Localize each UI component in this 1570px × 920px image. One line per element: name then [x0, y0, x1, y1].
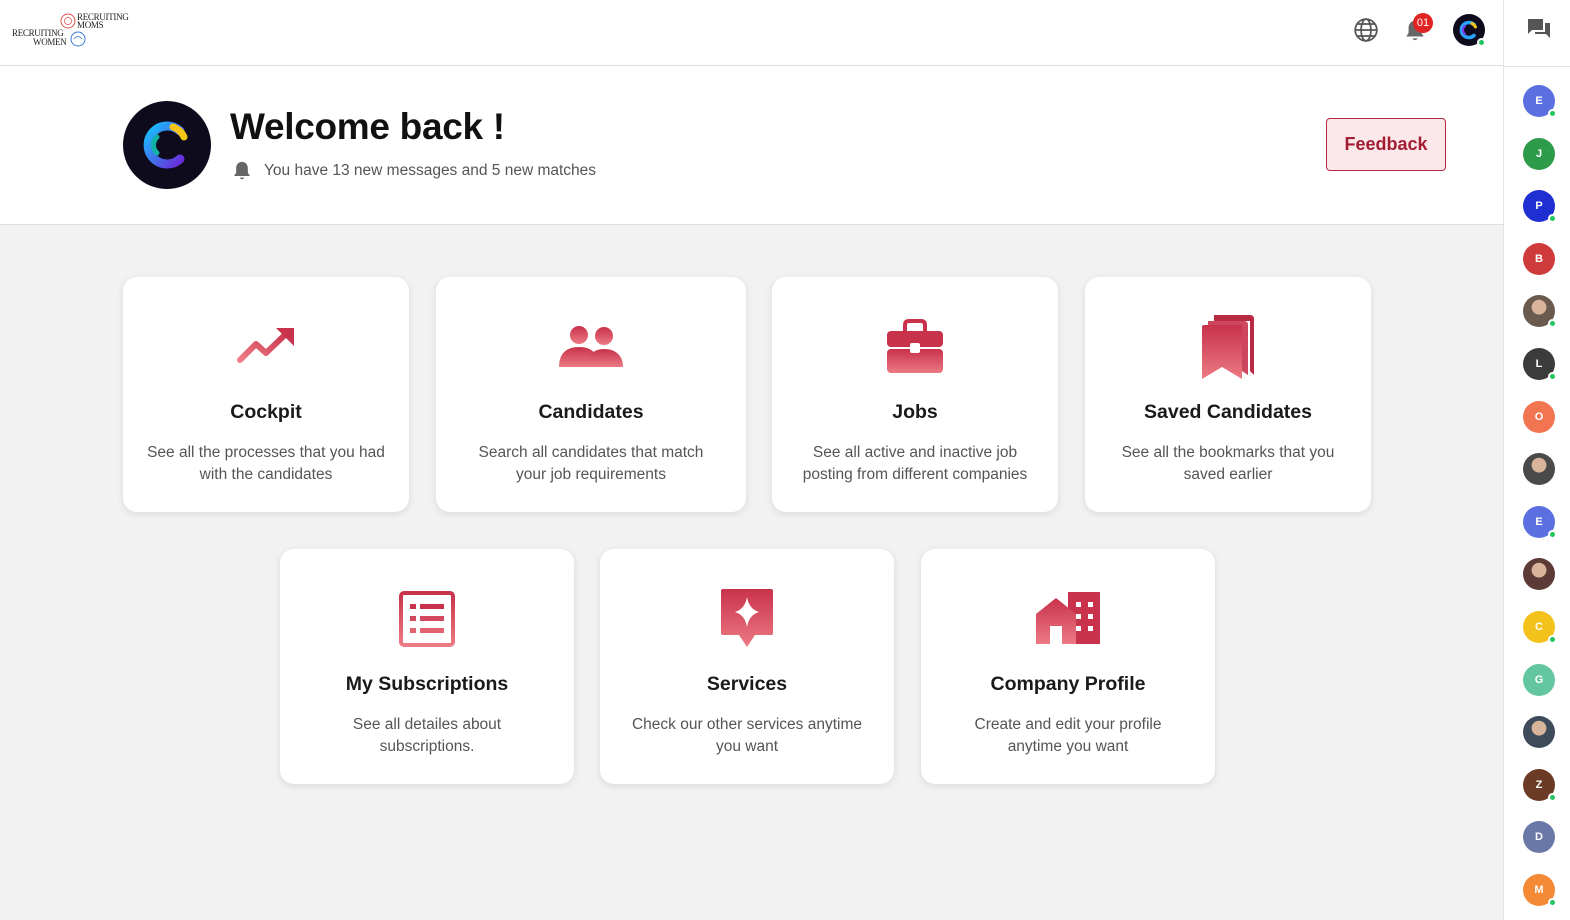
online-status-dot [1548, 530, 1557, 539]
card-my-subscriptions[interactable]: My Subscriptions See all detailes about … [280, 549, 574, 784]
contact-initial: P [1535, 200, 1543, 212]
recruiting-moms-women-logo[interactable]: RECRUITING MOMS RECRUITING WOMEN [11, 11, 136, 51]
card-title: Saved Candidates [1144, 401, 1312, 423]
card-jobs[interactable]: Jobs See all active and inactive job pos… [772, 277, 1058, 512]
contact-avatar-photo[interactable] [1523, 558, 1555, 590]
contact-initial: B [1535, 253, 1543, 265]
card-description-line: anytime you want [1007, 738, 1129, 755]
card-title: Company Profile [990, 673, 1146, 695]
card-description-line: Check our other services anytime [631, 716, 862, 733]
card-company-profile[interactable]: Company Profile Create and edit your pro… [921, 549, 1215, 784]
online-status-dot [1548, 214, 1557, 223]
top-bar: RECRUITING MOMS RECRUITING WOMEN 01 [0, 0, 1503, 66]
card-description: See all detailes about subscriptions. [294, 714, 560, 758]
logo-line: WOMEN [33, 37, 67, 47]
card-services[interactable]: Services Check our other services anytim… [600, 549, 894, 784]
card-title: Cockpit [230, 401, 302, 423]
card-description: See all the bookmarks that you saved ear… [1099, 442, 1357, 486]
logo-circle-icon [70, 31, 86, 47]
online-status-dot [1548, 635, 1557, 644]
contacts-rail: E J P B L O E C G Z D M [1503, 0, 1570, 920]
card-title: Jobs [892, 401, 938, 423]
contact-avatar[interactable]: D [1523, 821, 1555, 853]
bell-icon [232, 160, 252, 182]
card-description-line: subscriptions. [379, 738, 475, 755]
welcome-title: Welcome back ! [230, 106, 505, 147]
online-status-dot [1548, 319, 1557, 328]
contact-initial: L [1535, 358, 1543, 370]
contact-avatar[interactable]: O [1523, 401, 1555, 433]
notification-count-badge: 01 [1413, 13, 1433, 33]
contact-avatar[interactable]: P [1523, 190, 1557, 223]
online-status-dot [1548, 109, 1557, 118]
feedback-button[interactable]: Feedback [1326, 118, 1446, 171]
sparkle-badge-icon [721, 589, 773, 647]
contact-initial: Z [1535, 779, 1543, 791]
briefcase-icon [887, 319, 943, 373]
card-description-line: saved earlier [1183, 466, 1273, 483]
contact-avatar[interactable]: M [1523, 874, 1557, 907]
card-description: See all active and inactive job posting … [786, 442, 1044, 486]
card-description-line: Create and edit your profile [974, 716, 1162, 733]
online-status-dot [1548, 898, 1557, 907]
online-status-dot [1548, 793, 1557, 802]
online-status-dot [1477, 38, 1486, 47]
contact-initial: O [1534, 411, 1544, 423]
online-status-dot [1548, 372, 1557, 381]
company-avatar [123, 101, 211, 189]
card-saved-candidates[interactable]: Saved Candidates See all the bookmarks t… [1085, 277, 1371, 512]
trending-up-icon [237, 328, 294, 363]
card-description-line: you want [715, 738, 779, 755]
user-avatar[interactable] [1453, 14, 1486, 47]
card-description-line: posting from different companies [802, 466, 1028, 483]
card-candidates[interactable]: Candidates Search all candidates that ma… [436, 277, 746, 512]
contact-avatar[interactable]: L [1523, 348, 1557, 381]
chat-messages-icon[interactable] [1526, 17, 1552, 41]
contact-initial: G [1534, 674, 1544, 686]
card-description: Search all candidates that match your jo… [450, 442, 732, 486]
brand-c-icon [143, 121, 188, 169]
contact-avatar[interactable]: E [1523, 85, 1557, 118]
logo-line: MOMS [77, 20, 104, 30]
card-description: Check our other services anytime you wan… [614, 714, 880, 758]
contact-initial: M [1534, 884, 1544, 896]
users-icon [559, 326, 623, 367]
contact-initial: E [1535, 516, 1543, 528]
contact-avatar[interactable]: G [1523, 664, 1555, 696]
contact-avatar[interactable]: B [1523, 243, 1555, 275]
contact-initial: D [1535, 831, 1543, 843]
card-title: Services [706, 673, 788, 695]
card-cockpit[interactable]: Cockpit See all the processes that you h… [123, 277, 409, 512]
card-description-line: See all active and inactive job [812, 444, 1018, 461]
contact-avatar[interactable]: C [1523, 611, 1557, 644]
card-description-line: your job requirements [516, 466, 666, 483]
language-globe-icon[interactable] [1353, 17, 1379, 43]
card-description-line: See all the processes that you had [147, 444, 385, 461]
card-description: Create and edit your profile anytime you… [935, 714, 1201, 758]
list-icon [399, 591, 455, 647]
contact-avatar[interactable]: J [1523, 138, 1555, 170]
card-description-line: See all detailes about [352, 716, 502, 733]
card-description-line: with the candidates [199, 466, 333, 483]
bookmarks-icon [1202, 315, 1254, 379]
card-description-line: Search all candidates that match [478, 444, 704, 461]
welcome-subtitle: You have 13 new messages and 5 new match… [264, 162, 597, 179]
rail-divider [1504, 66, 1570, 67]
contact-avatar-photo[interactable] [1523, 453, 1555, 485]
contact-initial: E [1535, 95, 1543, 107]
card-title: Candidates [538, 401, 644, 423]
card-title: My Subscriptions [345, 673, 509, 695]
card-description: See all the processes that you had with … [137, 442, 395, 486]
welcome-section: Welcome back ! You have 13 new messages … [0, 66, 1503, 225]
contact-initial: C [1535, 621, 1543, 633]
buildings-icon [1036, 592, 1100, 644]
card-description-line: See all the bookmarks that you [1121, 444, 1335, 461]
contact-avatar[interactable]: E [1523, 506, 1557, 539]
contact-avatar-photo[interactable] [1523, 716, 1555, 748]
contact-avatar-photo[interactable] [1523, 295, 1557, 328]
contact-initial: J [1535, 148, 1543, 160]
contact-avatar[interactable]: Z [1523, 769, 1557, 802]
